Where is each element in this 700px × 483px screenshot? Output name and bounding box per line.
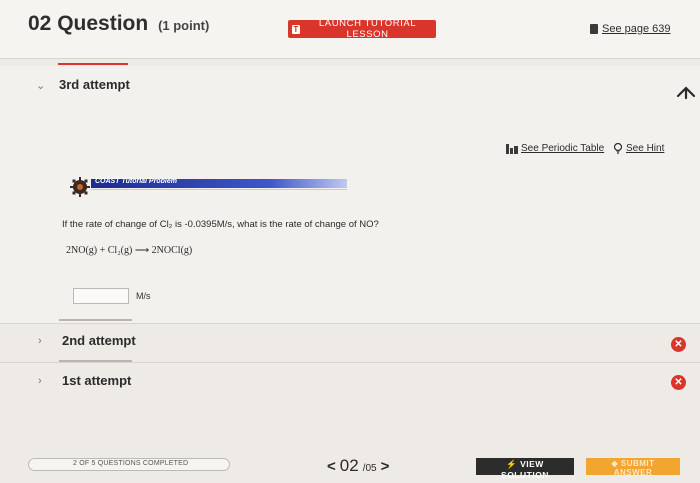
current-page: 02 xyxy=(339,456,359,475)
question-prompt: If the rate of change of Cl₂ is -0.0395M… xyxy=(62,219,379,230)
chevron-right-icon[interactable]: › xyxy=(38,335,42,347)
current-attempt-panel xyxy=(0,66,700,324)
bolt-icon: ⚡ xyxy=(506,459,518,469)
book-icon xyxy=(590,24,598,34)
launch-tutorial-button[interactable]: T LAUNCH TUTORIAL LESSON xyxy=(288,18,436,40)
chevron-right-icon[interactable]: › xyxy=(38,375,42,387)
attempt-label-2nd[interactable]: 2nd attempt xyxy=(62,333,136,348)
question-header: 02 Question (1 point) T LAUNCH TUTORIAL … xyxy=(0,0,700,59)
chemical-equation: 2NO(g) + Cl₂(g) ⟶ 2NOCl(g) xyxy=(66,245,193,256)
launch-tutorial-label: LAUNCH TUTORIAL LESSON xyxy=(318,18,417,40)
question-word: Question xyxy=(57,12,149,35)
lightbulb-icon xyxy=(613,143,623,154)
progress-text: 2 OF 5 QUESTIONS COMPLETED xyxy=(73,460,189,467)
coast-divider xyxy=(91,189,347,190)
progress-bar: 2 OF 5 QUESTIONS COMPLETED xyxy=(28,458,230,471)
x-circle-icon: ✕ xyxy=(671,337,686,352)
hint-tool: See Hint xyxy=(613,143,664,154)
see-hint-link[interactable]: See Hint xyxy=(626,143,664,154)
periodic-table-icon xyxy=(506,143,518,154)
current-attempt-label[interactable]: 3rd attempt xyxy=(59,77,130,92)
total-pages: /05 xyxy=(362,463,377,474)
submit-answer-button[interactable]: ◆ SUBMIT ANSWER xyxy=(586,458,680,477)
active-attempt-indicator xyxy=(58,63,128,65)
question-points: (1 point) xyxy=(158,18,210,33)
see-periodic-table-link[interactable]: See Periodic Table xyxy=(521,143,604,154)
question-number: 02 xyxy=(28,12,52,35)
question-pager: < 02/05 > xyxy=(327,456,389,476)
page: 02 Question (1 point) T LAUNCH TUTORIAL … xyxy=(0,0,700,483)
answer-input[interactable] xyxy=(73,288,129,304)
answer-unit: M/s xyxy=(136,291,151,301)
attempt-separator xyxy=(59,319,132,321)
question-title: 02 Question (1 point) xyxy=(28,12,209,36)
coast-banner-label: COAST Tutorial Problem xyxy=(95,178,177,185)
arrow-up-icon[interactable] xyxy=(676,84,696,100)
coast-banner: COAST Tutorial Problem xyxy=(91,178,347,188)
next-question-button[interactable]: > xyxy=(381,458,390,475)
submit-icon: ◆ xyxy=(611,459,619,468)
prev-question-button[interactable]: < xyxy=(327,458,336,475)
x-circle-icon: ✕ xyxy=(671,375,686,390)
chevron-down-icon[interactable]: ⌄ xyxy=(36,79,45,92)
tutorial-icon: T xyxy=(292,24,301,34)
view-solution-button[interactable]: ⚡ VIEW SOLUTION xyxy=(476,458,574,480)
see-page-link-wrap: See page 639 xyxy=(590,23,671,35)
gear-icon xyxy=(70,177,90,197)
see-page-link[interactable]: See page 639 xyxy=(602,23,671,35)
attempt-label-1st[interactable]: 1st attempt xyxy=(62,373,131,388)
submit-answer-label: SUBMIT ANSWER xyxy=(613,459,655,477)
periodic-table-tool: See Periodic Table xyxy=(506,143,604,154)
